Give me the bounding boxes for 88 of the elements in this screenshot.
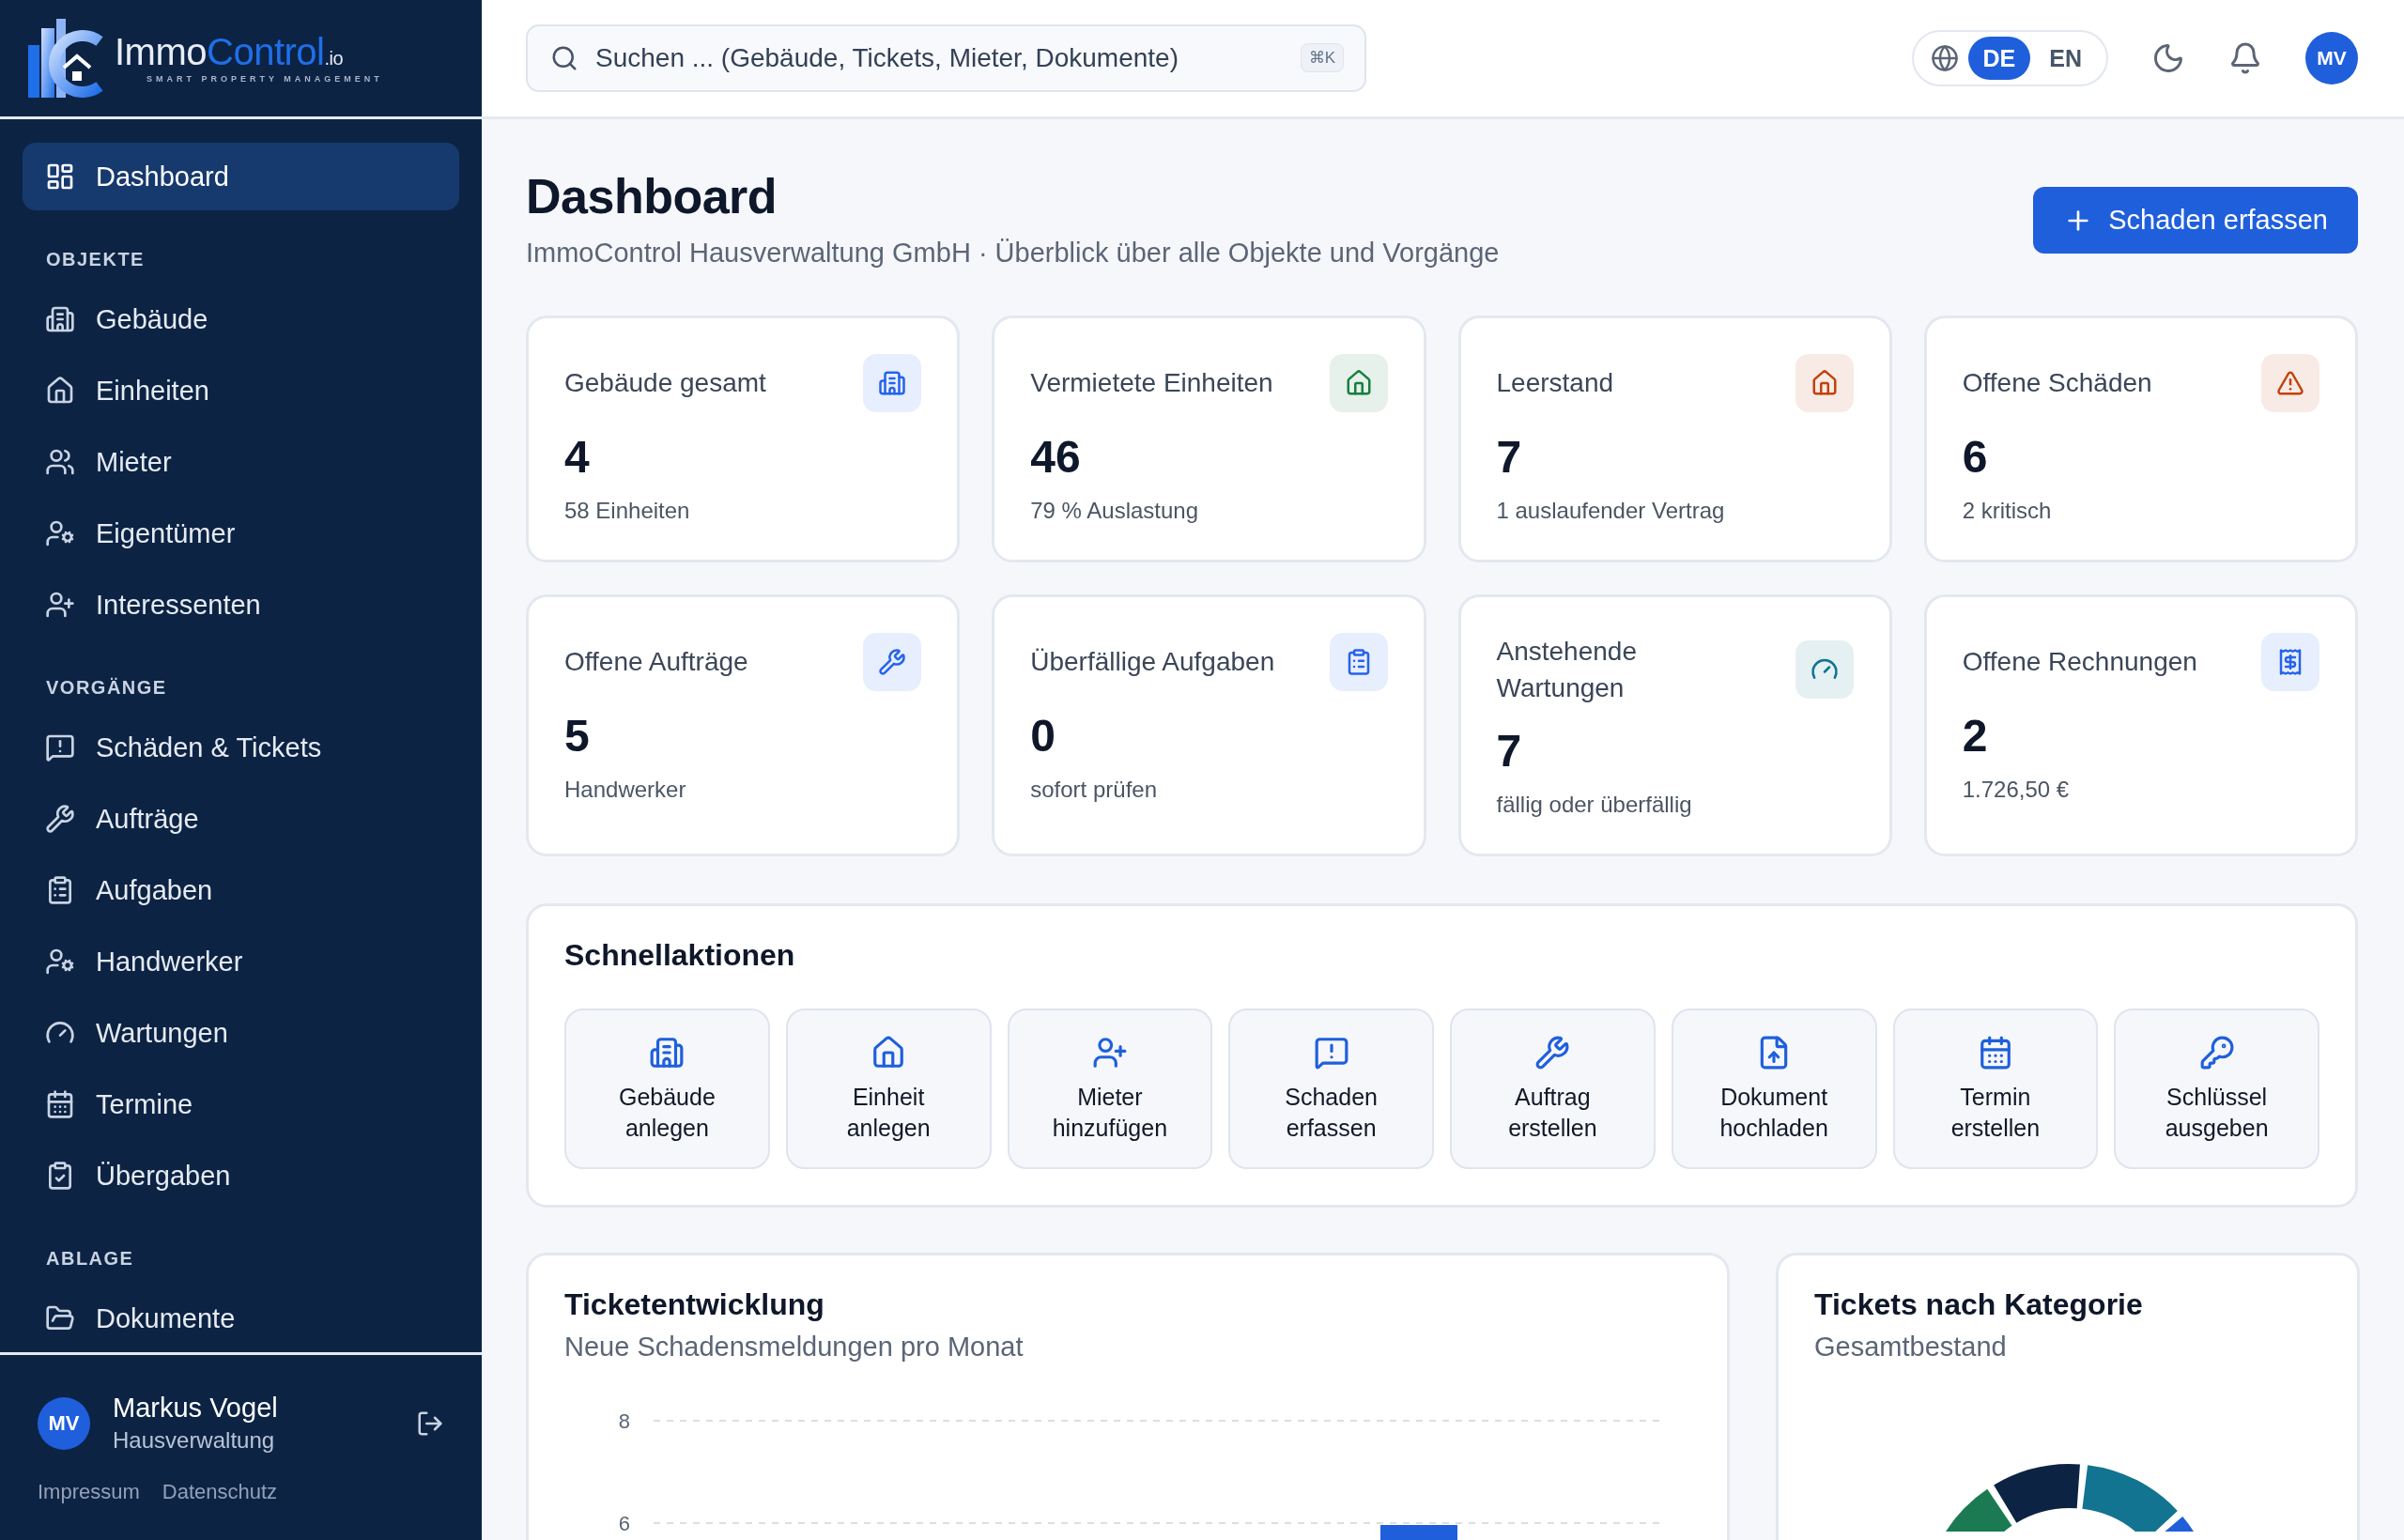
user-name: Markus Vogel	[113, 1393, 279, 1424]
quick-action-button[interactable]: Mieter hinzufügen	[1007, 1009, 1213, 1170]
stat-label: Vermietete Einheiten	[1030, 367, 1273, 400]
report-damage-button[interactable]: Schaden erfassen	[2033, 187, 2358, 254]
nav-item[interactable]: Aufgaben	[23, 856, 459, 924]
nav-icon	[45, 590, 75, 620]
logo-icon	[28, 19, 103, 98]
quick-action-button[interactable]: Schaden erfassen	[1228, 1009, 1434, 1170]
language-button[interactable]: EN	[2034, 37, 2097, 80]
card-title: Schnellaktionen	[564, 938, 796, 974]
stat-note: 1.726,50 €	[1962, 777, 2071, 803]
stat-note: 1 auslaufender Vertrag	[1496, 498, 1726, 524]
stat-note: Handwerker	[564, 777, 687, 803]
nav-item[interactable]: Eigentümer	[23, 500, 459, 567]
stat-note: sofort prüfen	[1030, 777, 1158, 803]
stat-label: Offene Rechnungen	[1962, 646, 2197, 679]
section-title: ABLAGE	[45, 1247, 135, 1270]
nav-icon	[45, 162, 75, 192]
quick-action-button[interactable]: Einheit anlegen	[785, 1009, 992, 1170]
globe-icon	[1930, 44, 1959, 72]
action-icon	[2198, 1035, 2235, 1071]
nav-item[interactable]: Übergaben	[23, 1142, 459, 1209]
nav-item[interactable]: Aufträge	[23, 785, 459, 853]
logo-tagline: SMART PROPERTY MANAGEMENT	[146, 74, 384, 84]
nav-icon	[45, 518, 75, 548]
section-title: VORGÄNGE	[45, 676, 168, 700]
logo-text: ImmoControl.io	[115, 33, 344, 70]
search-icon	[550, 44, 578, 72]
card-title: Ticketentwicklung	[564, 1287, 825, 1323]
nav-item[interactable]: Dokumente	[23, 1285, 459, 1352]
stat-value: 5	[564, 710, 591, 762]
nav-item[interactable]: Schäden & Tickets	[23, 714, 459, 781]
nav-icon	[45, 1089, 75, 1119]
quick-action-button[interactable]: Auftrag erstellen	[1450, 1009, 1656, 1170]
quick-action-button[interactable]: Termin erstellen	[1892, 1009, 2099, 1170]
card-title: Tickets nach Kategorie	[1814, 1287, 2144, 1323]
stat-value: 7	[1496, 431, 1523, 483]
stat-value: 46	[1030, 431, 1082, 483]
dark-mode-button[interactable]	[2151, 41, 2185, 75]
nav-item[interactable]: Mieter	[23, 428, 459, 496]
nav-icon	[45, 447, 75, 477]
stat-value: 4	[564, 431, 591, 483]
footer-link[interactable]: Datenschutz	[162, 1480, 278, 1504]
stat-label: Anstehende Wartungen	[1496, 636, 1638, 705]
stat-label: Gebäude gesamt	[564, 367, 766, 400]
nav-icon	[45, 804, 75, 834]
card-subtitle: Gesamtbestand	[1814, 1332, 2008, 1363]
stat-label: Offene Aufträge	[564, 646, 748, 679]
nav-item[interactable]: Termine	[23, 1070, 459, 1138]
nav-item[interactable]: Dashboard	[23, 143, 459, 210]
stat-value: 2	[1962, 710, 1989, 762]
page-title: Dashboard	[526, 168, 778, 224]
card-subtitle: Neue Schadensmeldungen pro Monat	[564, 1332, 1025, 1363]
stat-value: 7	[1496, 725, 1523, 778]
nav-item[interactable]: Handwerker	[23, 928, 459, 995]
section-title: OBJEKTE	[45, 248, 146, 271]
user-role: Hausverwaltung	[113, 1427, 276, 1454]
stat-note: fällig oder überfällig	[1496, 792, 1693, 819]
nav-icon	[45, 304, 75, 334]
quick-action-button[interactable]: Gebäude anlegen	[564, 1009, 770, 1170]
stat-note: 79 % Auslastung	[1030, 498, 1200, 524]
stat-label: Überfällige Aufgaben	[1030, 646, 1275, 679]
stat-label: Leerstand	[1496, 367, 1614, 400]
user-avatar: MV	[38, 1396, 90, 1450]
action-icon	[1313, 1035, 1349, 1071]
shortcut-badge: ⌘K	[1300, 43, 1344, 72]
nav-icon	[45, 732, 75, 762]
nav-item[interactable]: Gebäude	[23, 285, 459, 353]
stat-note: 2 kritisch	[1962, 498, 2053, 524]
action-icon	[1534, 1035, 1571, 1071]
quick-action-button[interactable]: Dokument hochladen	[1671, 1009, 1877, 1170]
footer-link[interactable]: Impressum	[38, 1480, 140, 1504]
nav-icon	[45, 947, 75, 977]
page-subtitle: ImmoControl Hausverwaltung GmbH · Überblick über alle Objekte und Vorgänge	[526, 238, 1500, 269]
notifications-button[interactable]	[2228, 41, 2262, 75]
nav-item[interactable]: Interessenten	[23, 571, 459, 639]
nav-item[interactable]: Wartungen	[23, 999, 459, 1067]
stat-label: Offene Schäden	[1962, 367, 2152, 400]
quick-action-button[interactable]: Schlüssel ausgeben	[2114, 1009, 2319, 1170]
nav-item[interactable]: Einheiten	[23, 357, 459, 424]
user-avatar[interactable]: MV	[2305, 32, 2358, 85]
nav-icon	[45, 376, 75, 406]
axis-tick-label: 8	[618, 1409, 630, 1434]
language-button[interactable]: DE	[1967, 37, 2031, 80]
axis-tick-label: 6	[618, 1512, 630, 1536]
stat-note: 58 Einheiten	[564, 498, 691, 524]
stat-value: 0	[1030, 710, 1056, 762]
stat-value: 6	[1962, 431, 1989, 483]
